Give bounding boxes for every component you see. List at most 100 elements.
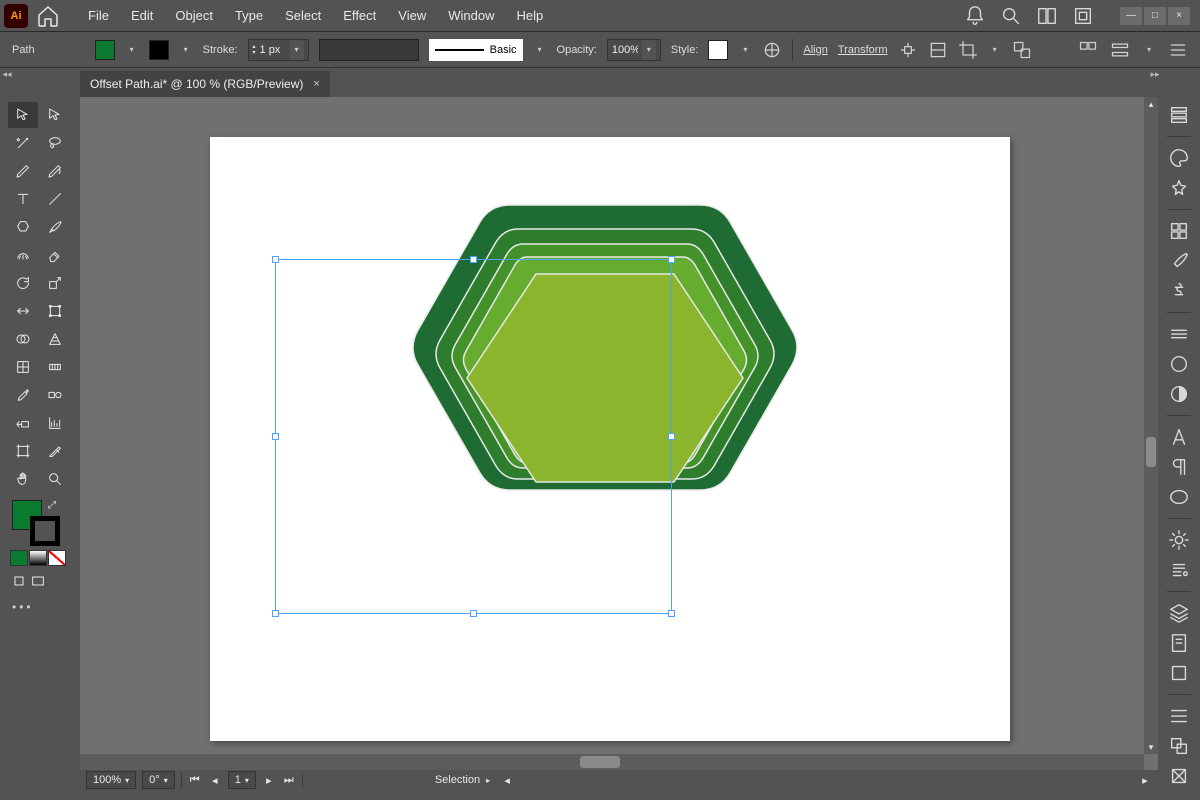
eraser-tool[interactable]	[40, 242, 70, 268]
swatches-panel-icon[interactable]	[1168, 220, 1190, 242]
width-tool[interactable]	[8, 298, 38, 324]
pathfinder-panel-icon[interactable]	[1168, 735, 1190, 757]
fill-stroke-control[interactable]: ⤢	[8, 498, 70, 546]
notifications-icon[interactable]	[964, 5, 986, 27]
gradient-panel-icon[interactable]	[1168, 353, 1190, 375]
symbols-panel-icon[interactable]	[1168, 280, 1190, 302]
shape-tool[interactable]	[8, 214, 38, 240]
align-link[interactable]: Align	[803, 44, 827, 56]
color-mode-none[interactable]	[48, 550, 66, 566]
perspective-tool[interactable]	[40, 326, 70, 352]
style-dropdown[interactable]	[738, 40, 752, 60]
search-icon[interactable]	[1000, 5, 1022, 27]
asset-export-panel-icon[interactable]	[1168, 632, 1190, 654]
opacity-field[interactable]	[607, 39, 661, 61]
handle-tc[interactable]	[470, 256, 477, 263]
menu-help[interactable]: Help	[506, 4, 553, 27]
scroll-up-icon[interactable]: ▴	[1144, 97, 1158, 111]
crop-dropdown[interactable]	[988, 40, 1002, 60]
essentials-icon[interactable]	[1078, 40, 1098, 60]
menu-window[interactable]: Window	[438, 4, 504, 27]
magic-wand-tool[interactable]	[8, 130, 38, 156]
scrollbar-horizontal[interactable]	[80, 754, 1144, 770]
stroke-weight-field[interactable]: ▴▾	[248, 39, 309, 61]
menu-file[interactable]: File	[78, 4, 119, 27]
handle-tl[interactable]	[272, 256, 279, 263]
workspace-switcher-icon[interactable]	[1036, 5, 1058, 27]
rotate-field[interactable]: 0°▾	[142, 771, 175, 789]
swap-fill-stroke-icon[interactable]: ⤢	[48, 500, 56, 511]
character-panel-icon[interactable]	[1168, 426, 1190, 448]
scroll-thumb-h[interactable]	[580, 756, 620, 768]
artboard-first-icon[interactable]: ⏮	[188, 774, 202, 787]
paintbrush-tool[interactable]	[40, 214, 70, 240]
fill-dropdown[interactable]	[125, 40, 139, 60]
free-transform-tool[interactable]	[40, 298, 70, 324]
color-mode-gradient[interactable]	[29, 550, 47, 566]
handle-ml[interactable]	[272, 433, 279, 440]
preferences-dropdown[interactable]	[1142, 40, 1156, 60]
scroll-down-icon[interactable]: ▾	[1144, 740, 1158, 754]
menu-effect[interactable]: Effect	[333, 4, 386, 27]
menu-select[interactable]: Select	[275, 4, 331, 27]
minimize-button[interactable]: —	[1120, 7, 1142, 25]
direct-selection-tool[interactable]	[40, 102, 70, 128]
mesh-tool[interactable]	[8, 354, 38, 380]
close-button[interactable]: ×	[1168, 7, 1190, 25]
slice-tool[interactable]	[40, 438, 70, 464]
artboard-tool[interactable]	[8, 438, 38, 464]
draw-mode-icon[interactable]	[10, 572, 28, 590]
style-swatch[interactable]	[708, 40, 728, 60]
stroke-swatch[interactable]	[149, 40, 169, 60]
scroll-left-icon[interactable]: ◂	[500, 774, 514, 787]
brush-definition[interactable]: Basic	[429, 39, 523, 61]
hand-tool[interactable]	[8, 466, 38, 492]
scale-tool[interactable]	[40, 270, 70, 296]
edit-toolbar[interactable]: •••	[8, 594, 38, 620]
stroke-weight-input[interactable]	[260, 44, 286, 56]
panel-menu-icon[interactable]	[1168, 40, 1188, 60]
blend-tool[interactable]	[40, 382, 70, 408]
arrange-documents-icon[interactable]	[1072, 5, 1094, 27]
shape-builder-tool[interactable]	[8, 326, 38, 352]
color-mode-solid[interactable]	[10, 550, 28, 566]
brush-dropdown[interactable]	[533, 40, 547, 60]
handle-tr[interactable]	[668, 256, 675, 263]
preferences-icon[interactable]	[1110, 40, 1130, 60]
gradient-tool[interactable]	[40, 354, 70, 380]
artboard-field[interactable]: 1▾	[228, 771, 256, 789]
handle-mr[interactable]	[668, 433, 675, 440]
handle-bc[interactable]	[470, 610, 477, 617]
layers-panel-icon[interactable]	[1168, 602, 1190, 624]
handle-br[interactable]	[668, 610, 675, 617]
opentype-panel-icon[interactable]	[1168, 486, 1190, 508]
status-menu-icon[interactable]: ▸	[486, 776, 490, 785]
transparency-panel-icon[interactable]	[1168, 383, 1190, 405]
doc-tab[interactable]: Offset Path.ai* @ 100 % (RGB/Preview) ×	[80, 71, 330, 97]
variable-width-profile[interactable]	[319, 39, 419, 61]
menu-view[interactable]: View	[388, 4, 436, 27]
home-icon[interactable]	[36, 4, 60, 28]
graph-tool[interactable]	[40, 410, 70, 436]
scrollbar-vertical[interactable]: ▴ ▾	[1144, 97, 1158, 754]
canvas[interactable]	[80, 97, 1158, 770]
artboard-prev-icon[interactable]: ◂	[208, 774, 222, 787]
transform-panel-icon[interactable]	[1168, 765, 1190, 787]
paragraph-panel-icon[interactable]	[1168, 456, 1190, 478]
artboard-next-icon[interactable]: ▸	[262, 774, 276, 787]
stroke-stepper[interactable]: ▴▾	[253, 44, 256, 56]
zoom-field[interactable]: 100%▾	[86, 771, 136, 789]
opacity-dropdown[interactable]	[642, 40, 656, 60]
pen-tool[interactable]	[8, 158, 38, 184]
align-to-icon[interactable]	[928, 40, 948, 60]
properties-panel-icon[interactable]	[1168, 104, 1190, 126]
type-tool[interactable]	[8, 186, 38, 212]
menu-object[interactable]: Object	[165, 4, 223, 27]
zoom-tool[interactable]	[40, 466, 70, 492]
transform-link[interactable]: Transform	[838, 44, 888, 56]
scroll-thumb-v[interactable]	[1146, 437, 1156, 467]
maximize-button[interactable]: □	[1144, 7, 1166, 25]
menu-edit[interactable]: Edit	[121, 4, 163, 27]
color-panel-icon[interactable]	[1168, 147, 1190, 169]
arrange-icon[interactable]	[1012, 40, 1032, 60]
